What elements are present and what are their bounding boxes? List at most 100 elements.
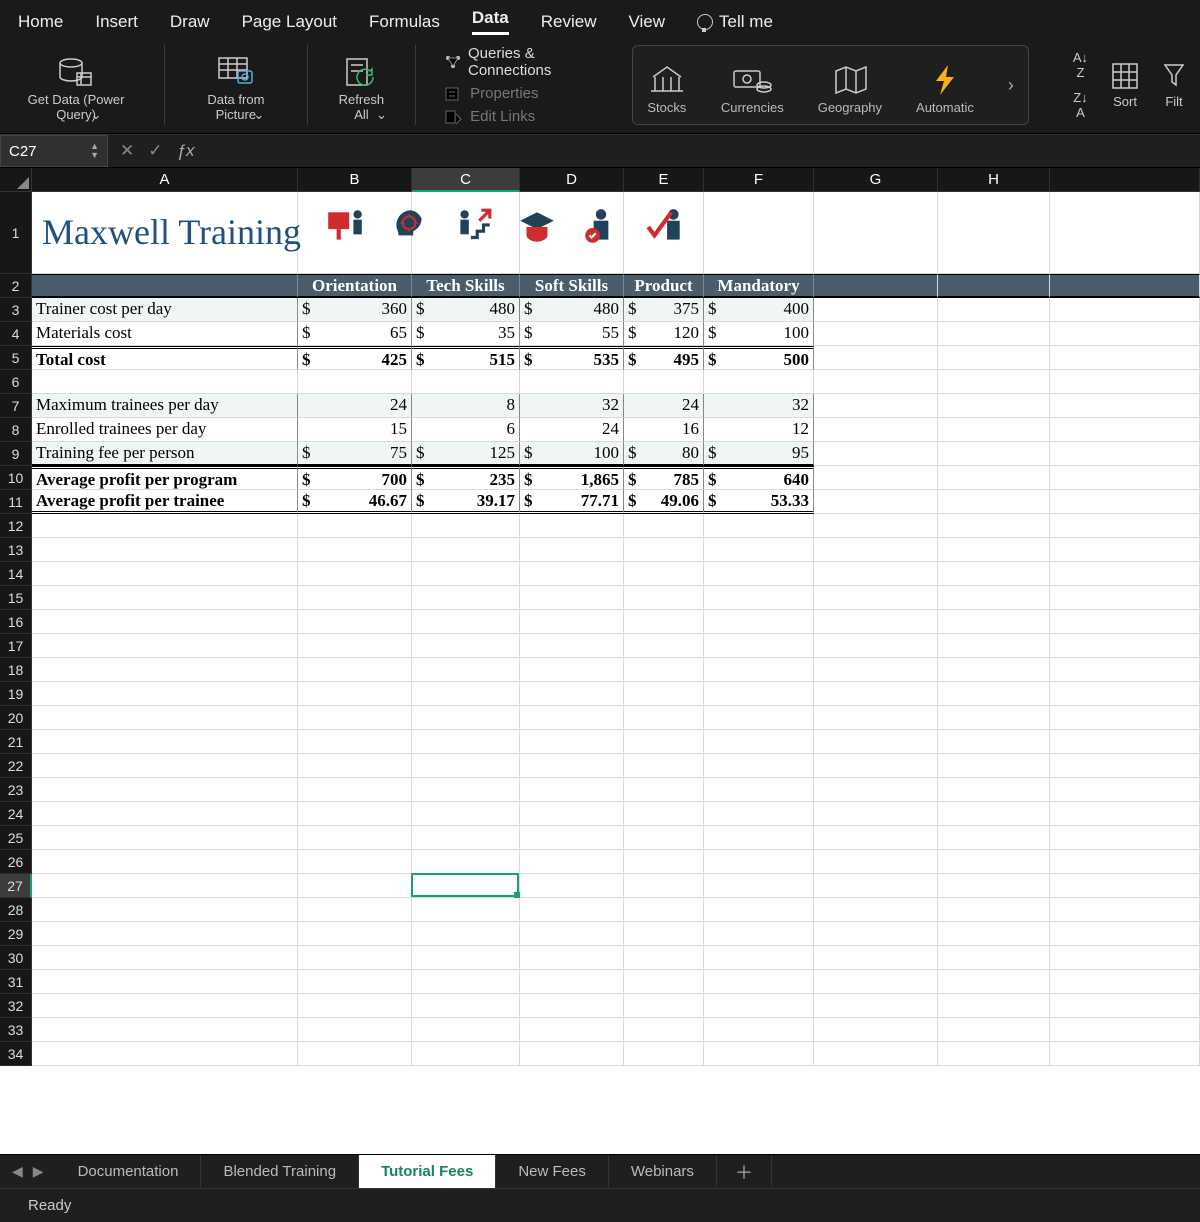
row-header-27[interactable]: 27: [0, 874, 32, 898]
cell[interactable]: [32, 778, 298, 802]
cell[interactable]: [298, 682, 412, 706]
cell[interactable]: $785: [624, 466, 704, 490]
cell[interactable]: [814, 850, 938, 874]
cell[interactable]: [624, 778, 704, 802]
cell[interactable]: [412, 538, 520, 562]
row-header-4[interactable]: 4: [0, 322, 32, 346]
cell[interactable]: [938, 970, 1050, 994]
col-header-F[interactable]: F: [704, 168, 814, 192]
cell[interactable]: $1,865: [520, 466, 624, 490]
cell[interactable]: $ 49.06: [624, 490, 704, 514]
cell[interactable]: [412, 826, 520, 850]
cell[interactable]: [412, 610, 520, 634]
cell[interactable]: [814, 922, 938, 946]
row-header-3[interactable]: 3: [0, 298, 32, 322]
data-types-more[interactable]: ›: [1004, 52, 1018, 118]
cell[interactable]: $77.71: [520, 490, 624, 514]
cell[interactable]: 24: [520, 418, 624, 442]
cell[interactable]: [814, 874, 938, 898]
cell[interactable]: [520, 586, 624, 610]
cell[interactable]: $515: [412, 346, 520, 370]
sort-button[interactable]: Sort: [1106, 59, 1144, 112]
cell[interactable]: [298, 898, 412, 922]
cell[interactable]: [298, 754, 412, 778]
cell[interactable]: [814, 994, 938, 1018]
cell[interactable]: [412, 874, 520, 898]
cell[interactable]: $55: [520, 322, 624, 346]
cell[interactable]: [32, 874, 298, 898]
cell[interactable]: $235: [412, 466, 520, 490]
cell[interactable]: [938, 658, 1050, 682]
cell[interactable]: [704, 778, 814, 802]
cell[interactable]: [704, 898, 814, 922]
cell[interactable]: [624, 682, 704, 706]
cell[interactable]: $35: [412, 322, 520, 346]
cell[interactable]: [298, 850, 412, 874]
cell[interactable]: [298, 706, 412, 730]
cell[interactable]: [32, 370, 298, 394]
cell[interactable]: [1050, 298, 1200, 322]
cell[interactable]: [1050, 994, 1200, 1018]
cell[interactable]: $46.67: [298, 490, 412, 514]
cell[interactable]: 8: [412, 394, 520, 418]
cell[interactable]: [704, 610, 814, 634]
cell[interactable]: [412, 778, 520, 802]
cell[interactable]: [814, 658, 938, 682]
cell[interactable]: [814, 778, 938, 802]
cell[interactable]: [1050, 946, 1200, 970]
cell[interactable]: [938, 682, 1050, 706]
cell[interactable]: [624, 922, 704, 946]
cell[interactable]: Maxwell Training: [32, 192, 298, 274]
cell[interactable]: [298, 730, 412, 754]
cell[interactable]: [624, 754, 704, 778]
cell[interactable]: [704, 192, 814, 274]
cell[interactable]: [938, 442, 1050, 466]
cell[interactable]: [520, 1018, 624, 1042]
cell[interactable]: [814, 418, 938, 442]
cell[interactable]: $500: [704, 346, 814, 370]
cell[interactable]: [298, 514, 412, 538]
row-header-19[interactable]: 19: [0, 682, 32, 706]
cell[interactable]: [814, 946, 938, 970]
tab-review[interactable]: Review: [541, 12, 597, 32]
cell[interactable]: Enrolled trainees per day: [32, 418, 298, 442]
cell[interactable]: [298, 970, 412, 994]
cell[interactable]: [814, 826, 938, 850]
cell[interactable]: [814, 466, 938, 490]
row-header-34[interactable]: 34: [0, 1042, 32, 1066]
cell[interactable]: [32, 562, 298, 586]
cell[interactable]: [814, 562, 938, 586]
cell[interactable]: [814, 706, 938, 730]
cell[interactable]: [412, 898, 520, 922]
cell[interactable]: [704, 586, 814, 610]
cell[interactable]: [1050, 1042, 1200, 1066]
cell[interactable]: [520, 1042, 624, 1066]
cell[interactable]: [938, 754, 1050, 778]
cell[interactable]: [814, 610, 938, 634]
cell[interactable]: [1050, 730, 1200, 754]
stocks-button[interactable]: Stocks: [643, 52, 691, 118]
cell[interactable]: [624, 1018, 704, 1042]
col-header-H[interactable]: H: [938, 168, 1050, 192]
confirm-icon[interactable]: ✓: [148, 141, 162, 161]
sheet-tab-documentation[interactable]: Documentation: [56, 1155, 202, 1188]
row-header-16[interactable]: 16: [0, 610, 32, 634]
row-header-5[interactable]: 5: [0, 346, 32, 370]
cell[interactable]: [938, 274, 1050, 298]
cell[interactable]: [412, 634, 520, 658]
cell[interactable]: [1050, 850, 1200, 874]
cell[interactable]: [938, 490, 1050, 514]
cell[interactable]: [814, 802, 938, 826]
cell[interactable]: [938, 778, 1050, 802]
geography-button[interactable]: Geography: [814, 52, 886, 118]
cell[interactable]: [298, 994, 412, 1018]
cell[interactable]: [1050, 490, 1200, 514]
sheet-tab-webinars[interactable]: Webinars: [609, 1155, 717, 1188]
cell[interactable]: [938, 418, 1050, 442]
cell[interactable]: $400: [704, 298, 814, 322]
select-all-corner[interactable]: [0, 168, 32, 192]
cell[interactable]: [412, 514, 520, 538]
cell[interactable]: [704, 922, 814, 946]
cell[interactable]: [938, 322, 1050, 346]
cell[interactable]: [624, 826, 704, 850]
